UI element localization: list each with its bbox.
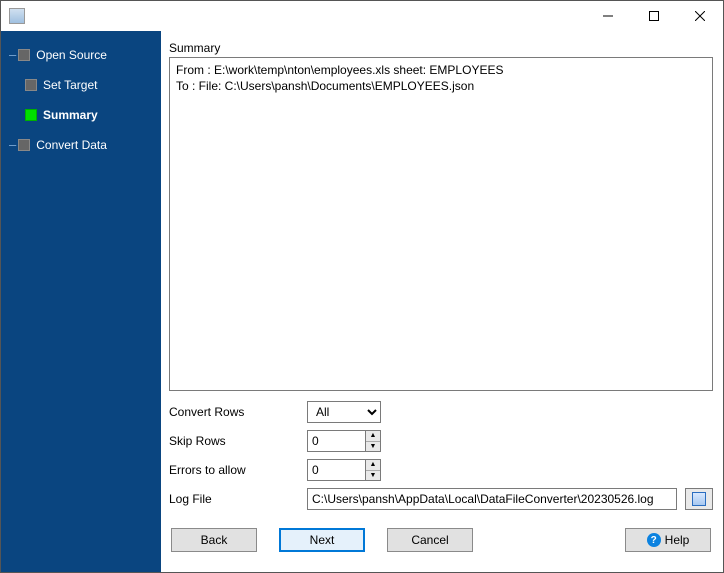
log-file-browse-button[interactable] — [685, 488, 713, 510]
sidebar-item-label: Convert Data — [36, 138, 107, 152]
cancel-button[interactable]: Cancel — [387, 528, 473, 552]
help-icon: ? — [647, 533, 661, 547]
summary-from-line: From : E:\work\temp\nton\employees.xls s… — [176, 62, 706, 78]
summary-label: Summary — [169, 41, 713, 55]
maximize-button[interactable] — [631, 1, 677, 31]
convert-rows-select[interactable]: All — [307, 401, 381, 423]
errors-allow-input[interactable] — [307, 459, 365, 481]
minimize-button[interactable] — [585, 1, 631, 31]
step-icon — [18, 49, 30, 61]
skip-rows-label: Skip Rows — [169, 434, 299, 448]
close-button[interactable] — [677, 1, 723, 31]
step-icon-active — [25, 109, 37, 121]
help-button[interactable]: ? Help — [625, 528, 711, 552]
sidebar-item-label: Summary — [43, 108, 98, 122]
main-panel: Summary From : E:\work\temp\nton\employe… — [161, 31, 723, 572]
summary-to-line: To : File: C:\Users\pansh\Documents\EMPL… — [176, 78, 706, 94]
log-file-label: Log File — [169, 492, 299, 506]
step-icon — [18, 139, 30, 151]
next-button[interactable]: Next — [279, 528, 365, 552]
spinner-up-icon[interactable]: ▲ — [366, 460, 380, 471]
spinner-down-icon[interactable]: ▼ — [366, 442, 380, 452]
wizard-button-row: Back Next Cancel ? Help — [169, 522, 713, 562]
skip-rows-input[interactable] — [307, 430, 365, 452]
help-button-label: Help — [665, 533, 690, 547]
convert-rows-label: Convert Rows — [169, 405, 299, 419]
skip-rows-spinner[interactable]: ▲ ▼ — [307, 430, 381, 452]
titlebar — [1, 1, 723, 31]
sidebar-item-open-source[interactable]: — Open Source — [1, 43, 161, 67]
summary-textarea[interactable]: From : E:\work\temp\nton\employees.xls s… — [169, 57, 713, 391]
log-file-input[interactable] — [307, 488, 677, 510]
sidebar-item-convert-data[interactable]: — Convert Data — [1, 133, 161, 157]
step-icon — [25, 79, 37, 91]
spinner-down-icon[interactable]: ▼ — [366, 471, 380, 481]
window-controls — [585, 1, 723, 31]
sidebar-item-summary[interactable]: Summary — [1, 103, 161, 127]
errors-allow-spinner[interactable]: ▲ ▼ — [307, 459, 381, 481]
errors-allow-label: Errors to allow — [169, 463, 299, 477]
back-button[interactable]: Back — [171, 528, 257, 552]
file-icon — [692, 492, 706, 506]
sidebar-item-set-target[interactable]: Set Target — [1, 73, 161, 97]
spinner-up-icon[interactable]: ▲ — [366, 431, 380, 442]
sidebar-item-label: Open Source — [36, 48, 107, 62]
app-icon — [9, 8, 25, 24]
sidebar-item-label: Set Target — [43, 78, 97, 92]
sidebar: — Open Source Set Target Summary — Conve… — [1, 31, 161, 572]
